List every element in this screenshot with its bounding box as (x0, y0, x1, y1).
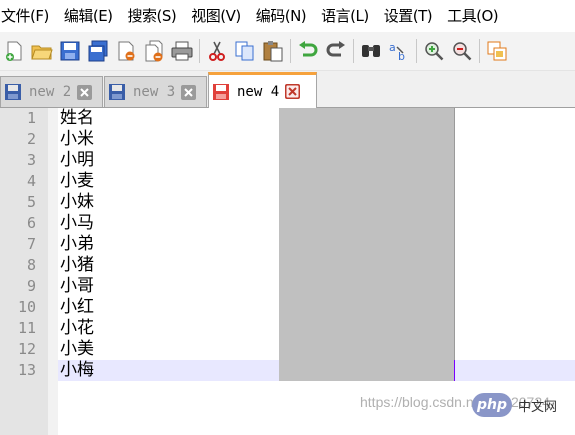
tab-new-2[interactable]: new 2 (0, 76, 103, 107)
toolbar-separator (290, 39, 291, 63)
code-line[interactable]: 小梅 (60, 360, 94, 381)
unsaved-disk-icon (213, 83, 229, 100)
zoom-in-icon[interactable] (422, 39, 446, 63)
sync-scroll-icon[interactable] (485, 39, 509, 63)
line-number: 6 (26, 214, 36, 232)
line-number: 10 (17, 298, 36, 316)
close-tab-icon[interactable] (77, 84, 93, 100)
find-icon[interactable] (359, 39, 383, 63)
undo-icon[interactable] (296, 39, 320, 63)
code-line[interactable]: 小猪 (60, 255, 94, 276)
menu-language[interactable]: 语言(L) (320, 0, 375, 32)
code-line[interactable]: 小花 (60, 318, 94, 339)
tab-new-3[interactable]: new 3 (104, 76, 207, 107)
menu-encoding[interactable]: 编码(N) (255, 0, 312, 32)
line-number: 3 (26, 151, 36, 169)
column-selection-block (279, 108, 454, 381)
php-logo: php (472, 393, 512, 417)
code-line[interactable]: 小哥 (60, 276, 94, 297)
tab-label: new 3 (133, 84, 176, 100)
code-line[interactable]: 小米 (60, 129, 94, 150)
line-number: 7 (26, 235, 36, 253)
editor-area[interactable]: 1 2 3 4 5 6 7 8 9 10 11 12 13 姓名 小米 小明 小… (0, 108, 575, 435)
code-line[interactable]: 小美 (60, 339, 94, 360)
tab-bar: new 2 new 3 new 4 (0, 71, 575, 108)
tab-label: new 4 (237, 83, 280, 100)
code-line[interactable]: 小明 (60, 150, 94, 171)
close-all-icon[interactable] (142, 39, 166, 63)
watermark-site-name: 中文网 (518, 399, 558, 415)
line-number: 5 (26, 193, 36, 211)
copy-icon[interactable] (233, 39, 257, 63)
selection-edge (454, 108, 455, 381)
redo-icon[interactable] (324, 39, 348, 63)
saved-disk-icon (109, 84, 125, 100)
line-number: 13 (17, 361, 36, 379)
code-line[interactable]: 小妹 (60, 192, 94, 213)
tab-label: new 2 (29, 84, 72, 100)
code-line[interactable]: 小麦 (60, 171, 94, 192)
line-number: 1 (26, 109, 36, 127)
line-number: 8 (26, 256, 36, 274)
toolbar: ab (0, 32, 575, 71)
menu-search[interactable]: 搜索(S) (127, 0, 183, 32)
code-line[interactable]: 小弟 (60, 234, 94, 255)
svg-text:a: a (389, 41, 396, 54)
menu-file[interactable]: 文件(F) (0, 0, 55, 32)
toolbar-separator (199, 39, 200, 63)
toolbar-separator (353, 39, 354, 63)
fold-margin[interactable] (48, 108, 58, 435)
code-line[interactable]: 小马 (60, 213, 94, 234)
toolbar-separator (479, 39, 480, 63)
text-caret (454, 360, 455, 381)
menu-bar: 文件(F) 编辑(E) 搜索(S) 视图(V) 编码(N) 语言(L) 设置(T… (0, 0, 575, 32)
line-number: 2 (26, 130, 36, 148)
line-number: 12 (17, 340, 36, 358)
toolbar-separator (416, 39, 417, 63)
menu-edit[interactable]: 编辑(E) (63, 0, 119, 32)
saved-disk-icon (5, 84, 21, 100)
menu-view[interactable]: 视图(V) (190, 0, 246, 32)
close-tab-icon[interactable] (181, 84, 197, 100)
code-line[interactable]: 小红 (60, 297, 94, 318)
save-icon[interactable] (58, 39, 82, 63)
replace-icon[interactable]: ab (387, 39, 411, 63)
open-file-icon[interactable] (30, 39, 54, 63)
line-number: 11 (17, 319, 36, 337)
new-file-icon[interactable] (2, 39, 26, 63)
watermark-logo-group: php 中文网 (472, 393, 563, 417)
close-tab-icon[interactable] (285, 84, 301, 99)
save-all-icon[interactable] (86, 39, 110, 63)
zoom-out-icon[interactable] (450, 39, 474, 63)
print-icon[interactable] (170, 39, 194, 63)
close-icon[interactable] (114, 39, 138, 63)
line-number: 4 (26, 172, 36, 190)
menu-settings[interactable]: 设置(T) (383, 0, 438, 32)
code-line[interactable]: 姓名 (60, 108, 94, 129)
menu-tools[interactable]: 工具(O) (446, 0, 504, 32)
tab-new-4[interactable]: new 4 (208, 72, 317, 108)
line-number: 9 (26, 277, 36, 295)
paste-icon[interactable] (261, 39, 285, 63)
cut-icon[interactable] (205, 39, 229, 63)
